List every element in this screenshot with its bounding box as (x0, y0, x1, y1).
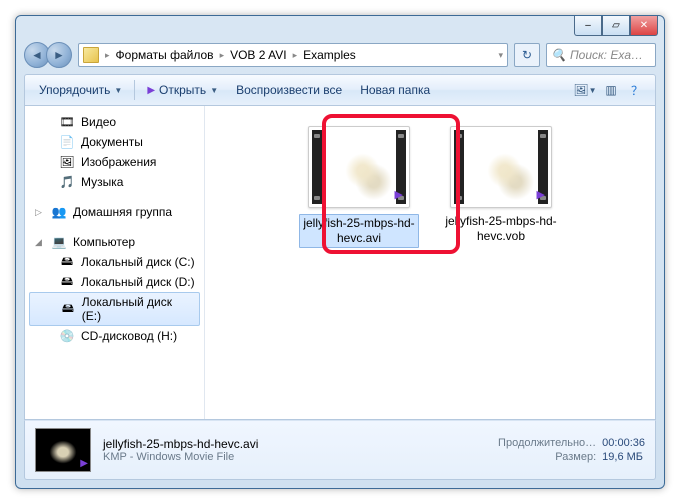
tree-item-disk-e[interactable]: 🖴Локальный диск (E:) (29, 292, 200, 326)
drive-icon: 🖴 (59, 254, 75, 270)
forward-button[interactable]: ► (46, 42, 72, 68)
file-tile[interactable]: ▶ jellyfish-25-mbps-hd-hevc.avi (299, 126, 419, 248)
view-options-button[interactable]: 🖼▼ (573, 78, 597, 102)
video-thumbnail: ▶ (308, 126, 410, 208)
window-caption-buttons: – ▱ ✕ (574, 16, 658, 36)
play-icon: ▶ (80, 458, 88, 469)
chevron-down-icon: ▼ (210, 86, 218, 95)
file-tile[interactable]: ▶ jellyfish-25-mbps-hd-hevc.vob (441, 126, 561, 244)
video-icon: 🎞 (59, 114, 75, 130)
search-icon: 🔍 (551, 48, 566, 62)
chevron-right-icon: ▸ (293, 50, 298, 61)
explorer-body: 🎞Видео 📄Документы 🖼Изображения 🎵Музыка ▷… (24, 106, 656, 420)
tree-item-homegroup[interactable]: ▷👥Домашняя группа (25, 202, 204, 222)
play-icon: ▶ (395, 188, 403, 201)
collapse-icon[interactable]: ◢ (35, 237, 45, 248)
refresh-button[interactable]: ↻ (514, 43, 540, 67)
play-all-button[interactable]: Воспроизвести все (228, 79, 350, 101)
tree-item-disk-c[interactable]: 🖴Локальный диск (C:) (25, 252, 204, 272)
close-button[interactable]: ✕ (630, 16, 658, 36)
tree-item-cd-h[interactable]: 💿CD-дисковод (H:) (25, 326, 204, 346)
chevron-down-icon: ▼ (114, 86, 122, 95)
homegroup-icon: 👥 (51, 204, 67, 220)
breadcrumb-bar[interactable]: ▸ Форматы файлов ▸ VOB 2 AVI ▸ Examples … (78, 43, 508, 67)
drive-icon: 🖴 (59, 274, 75, 290)
tree-item-music[interactable]: 🎵Музыка (25, 172, 204, 192)
cd-icon: 💿 (59, 328, 75, 344)
breadcrumb-item[interactable]: Examples (303, 48, 356, 62)
tree-item-pictures[interactable]: 🖼Изображения (25, 152, 204, 172)
search-input[interactable]: 🔍 Поиск: Exa… (546, 43, 656, 67)
explorer-window: – ▱ ✕ ◄ ► ▸ Форматы файлов ▸ VOB 2 AVI ▸… (15, 15, 665, 489)
breadcrumb-item[interactable]: VOB 2 AVI (230, 48, 286, 62)
minimize-button[interactable]: – (574, 16, 602, 36)
music-icon: 🎵 (59, 174, 75, 190)
address-bar-row: ◄ ► ▸ Форматы файлов ▸ VOB 2 AVI ▸ Examp… (16, 16, 664, 74)
chevron-down-icon[interactable]: ▾ (498, 50, 503, 61)
nav-buttons: ◄ ► (24, 42, 72, 68)
open-menu[interactable]: ▶ Открыть▼ (139, 79, 226, 101)
pictures-icon: 🖼 (59, 154, 75, 170)
help-button[interactable]: ？ (625, 78, 649, 102)
tree-item-computer[interactable]: ◢💻Компьютер (25, 232, 204, 252)
chevron-right-icon: ▸ (105, 50, 110, 61)
details-pane: ▶ jellyfish-25-mbps-hd-hevc.avi KMP - Wi… (24, 420, 656, 480)
play-icon: ▶ (537, 188, 545, 201)
organize-menu[interactable]: Упорядочить▼ (31, 79, 130, 101)
details-duration-value: 00:00:36 (602, 437, 645, 449)
details-size-value: 19,6 МБ (602, 451, 645, 463)
computer-icon: 💻 (51, 234, 67, 250)
details-thumbnail: ▶ (35, 428, 91, 472)
details-duration-label: Продолжительно… (498, 437, 596, 449)
tree-item-disk-d[interactable]: 🖴Локальный диск (D:) (25, 272, 204, 292)
new-folder-button[interactable]: Новая папка (352, 79, 438, 101)
details-filetype: KMP - Windows Movie File (103, 451, 258, 463)
play-icon: ▶ (147, 85, 155, 96)
navigation-tree[interactable]: 🎞Видео 📄Документы 🖼Изображения 🎵Музыка ▷… (25, 106, 205, 419)
chevron-right-icon: ▸ (220, 50, 225, 61)
separator (134, 80, 135, 100)
details-size-label: Размер: (498, 451, 596, 463)
tree-item-documents[interactable]: 📄Документы (25, 132, 204, 152)
drive-icon: 🖴 (60, 301, 76, 317)
video-thumbnail: ▶ (450, 126, 552, 208)
tree-item-videos[interactable]: 🎞Видео (25, 112, 204, 132)
folder-icon (83, 47, 99, 63)
toolbar: Упорядочить▼ ▶ Открыть▼ Воспроизвести вс… (24, 74, 656, 106)
preview-pane-button[interactable]: ▥ (599, 78, 623, 102)
file-name-label: jellyfish-25-mbps-hd-hevc.vob (441, 214, 561, 244)
maximize-button[interactable]: ▱ (602, 16, 630, 36)
search-placeholder: Поиск: Exa… (570, 48, 643, 62)
details-filename: jellyfish-25-mbps-hd-hevc.avi (103, 437, 258, 451)
file-name-label: jellyfish-25-mbps-hd-hevc.avi (299, 214, 419, 248)
file-list[interactable]: ▶ jellyfish-25-mbps-hd-hevc.avi ▶ jellyf… (205, 106, 655, 419)
expand-icon[interactable]: ▷ (35, 207, 45, 218)
documents-icon: 📄 (59, 134, 75, 150)
breadcrumb-item[interactable]: Форматы файлов (116, 48, 214, 62)
